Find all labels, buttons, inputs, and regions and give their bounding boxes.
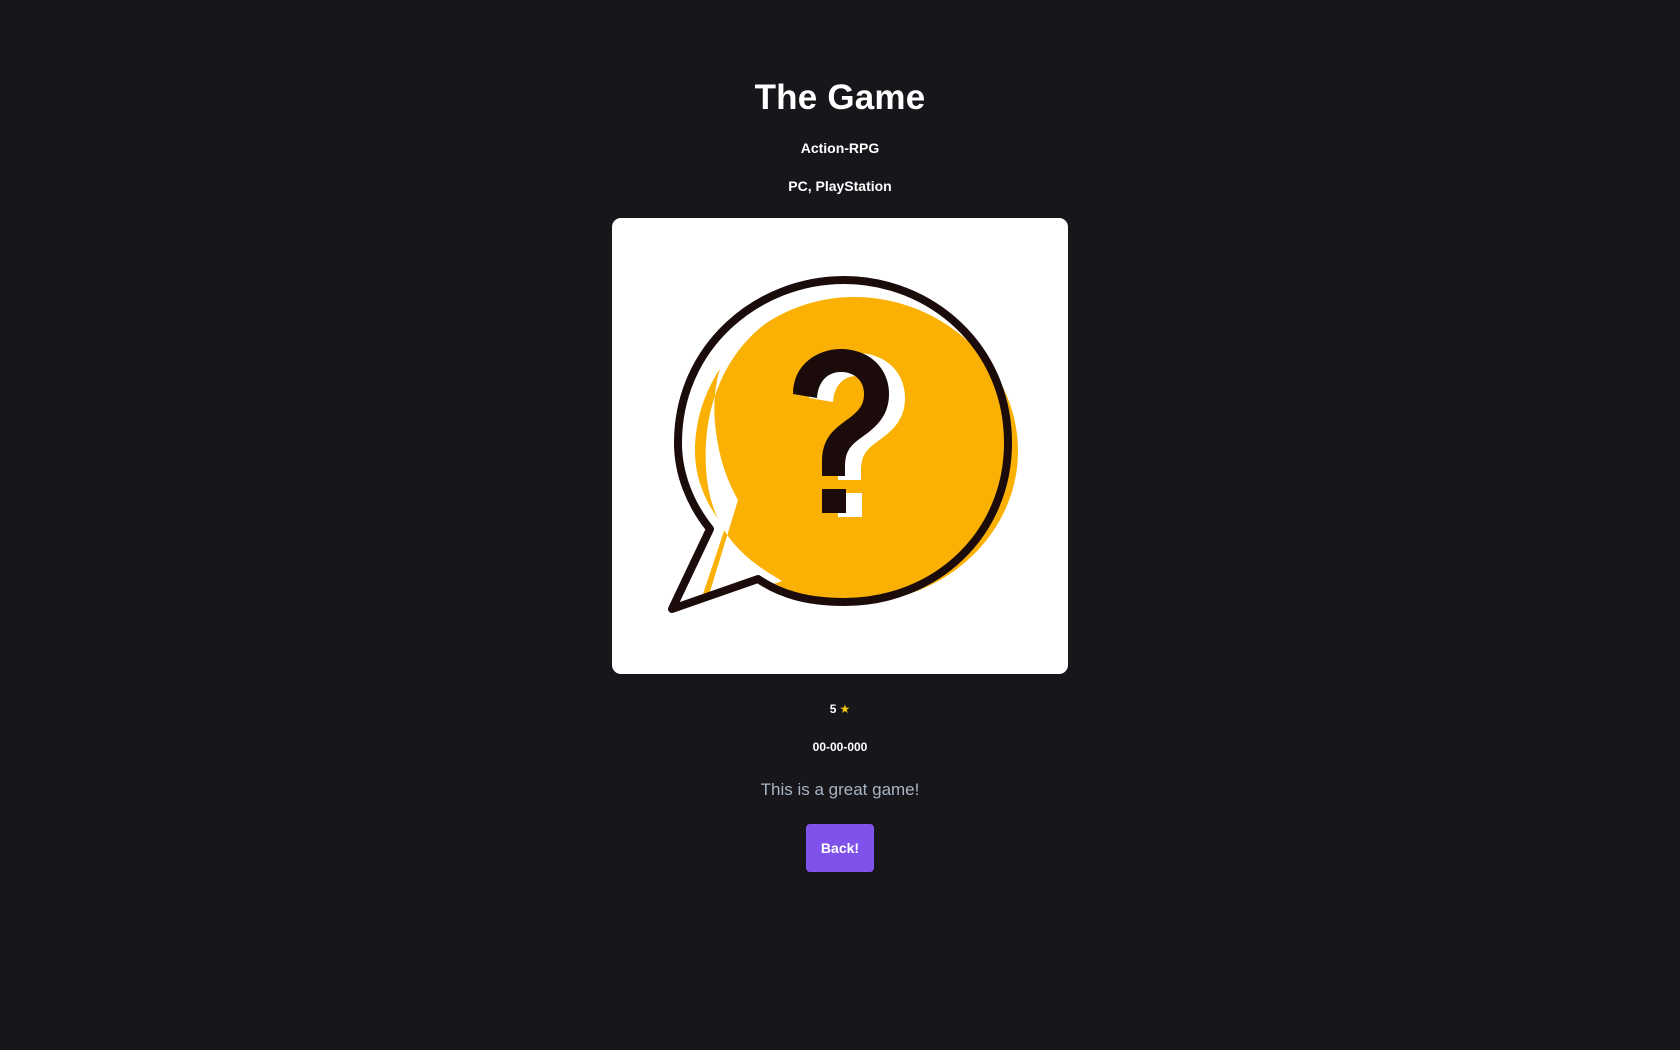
game-rating: 5 ★ xyxy=(0,702,1680,716)
game-genre: Action-RPG xyxy=(800,140,880,156)
game-cover-image xyxy=(612,218,1068,674)
game-detail-page: The Game Action-RPG PC, PlayStation 5 ★ 0… xyxy=(0,0,1680,1050)
question-speech-bubble-icon xyxy=(668,276,1018,613)
star-icon: ★ xyxy=(839,702,851,716)
game-title: The Game xyxy=(754,78,926,117)
game-platforms: PC, PlayStation xyxy=(788,178,892,194)
game-description: This is a great game! xyxy=(760,780,920,799)
back-button[interactable]: Back! xyxy=(806,824,874,872)
release-date: 00-00-000 xyxy=(812,740,868,754)
rating-value: 5 xyxy=(829,702,837,716)
